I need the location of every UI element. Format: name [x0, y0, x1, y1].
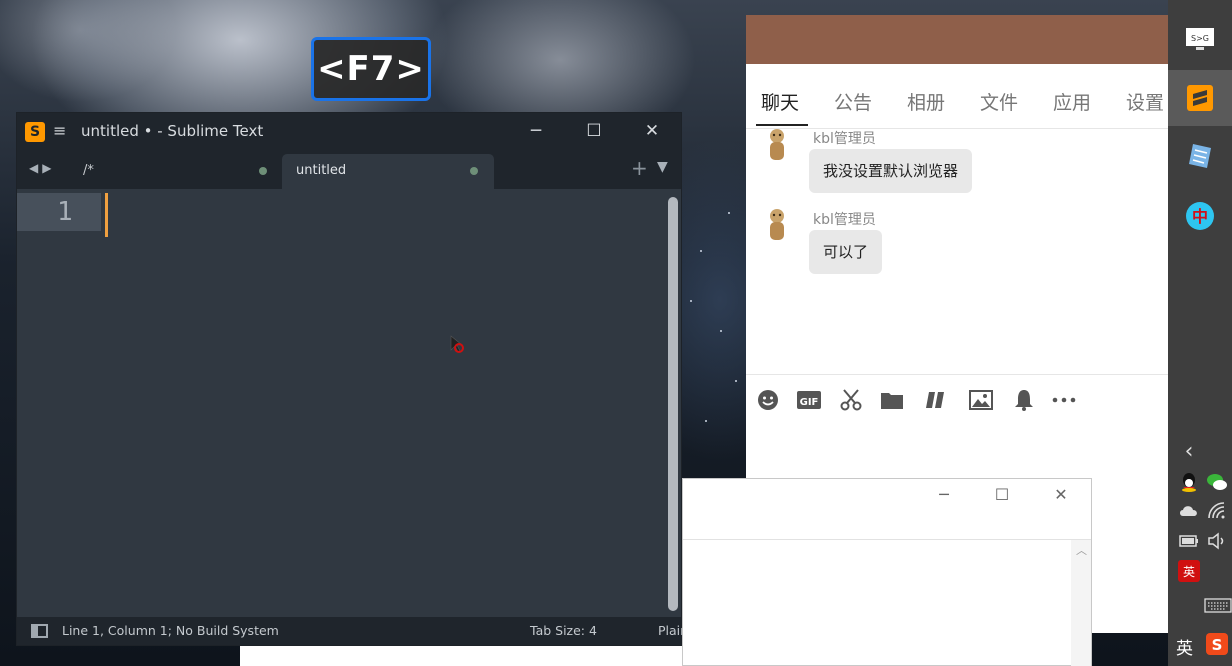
star — [690, 300, 692, 302]
more-icon[interactable] — [1051, 388, 1077, 412]
wechat-icon[interactable] — [1206, 471, 1228, 493]
taskbar-item-notepad[interactable] — [1168, 136, 1232, 176]
keyboard-icon[interactable] — [1204, 594, 1232, 616]
message-sender[interactable]: kbl管理员 — [813, 128, 876, 148]
input-language-indicator[interactable]: 英 — [1176, 634, 1193, 659]
tab-announcements[interactable]: 公告 — [834, 88, 872, 115]
mouse-pointer-icon — [450, 335, 464, 353]
hamburger-menu-icon[interactable]: ≡ — [53, 121, 66, 140]
tab-dropdown-icon[interactable]: ▼ — [657, 159, 668, 175]
sublime-logo-icon: S — [25, 122, 45, 142]
avatar[interactable] — [766, 128, 788, 164]
star — [720, 330, 722, 332]
sg-label: S>G — [1191, 34, 1209, 43]
tab-chat[interactable]: 聊天 — [761, 88, 799, 115]
vertical-scrollbar[interactable] — [668, 197, 678, 611]
avatar[interactable] — [766, 208, 788, 244]
new-tab-plus-icon[interactable]: + — [631, 156, 648, 180]
wifi-icon[interactable] — [1206, 500, 1228, 522]
tab-label: untitled — [296, 163, 347, 178]
image-icon[interactable] — [968, 388, 994, 412]
taskbar-item-sublime[interactable] — [1168, 70, 1232, 126]
keypress-label: <F7> — [317, 49, 425, 89]
tab-untitled[interactable]: untitled — [282, 154, 494, 189]
tab-comment[interactable]: /* — [69, 154, 275, 189]
message-bubble[interactable]: 我没设置默认浏览器 — [809, 149, 973, 193]
sogou-icon[interactable]: S — [1206, 633, 1228, 655]
sublime-window[interactable]: S ≡ untitled • - Sublime Text ─ ☐ ✕ ◀▶ /… — [16, 112, 682, 646]
background-window-edge — [240, 646, 682, 666]
unsaved-dot-icon — [470, 167, 478, 175]
minimize-button[interactable]: ─ — [507, 113, 565, 149]
ime-label: 中 — [1192, 207, 1208, 226]
tab-apps[interactable]: 应用 — [1053, 88, 1091, 115]
tab-bar: ◀▶ /* untitled + ▼ — [17, 151, 681, 189]
music-icon[interactable] — [922, 388, 948, 412]
vertical-scrollbar[interactable]: ︿ — [1071, 540, 1091, 666]
star — [728, 212, 730, 214]
sidebar-toggle-icon[interactable] — [31, 624, 48, 638]
svg-text:GIF: GIF — [800, 397, 819, 408]
antivirus-icon[interactable]: 英 — [1178, 560, 1200, 582]
taskbar: S>G 中 ‹ 英 S — [1168, 0, 1232, 666]
close-button[interactable]: ✕ — [1046, 485, 1076, 509]
qq-icon[interactable] — [1178, 471, 1200, 493]
close-button[interactable]: ✕ — [623, 113, 681, 149]
text-cursor — [105, 193, 108, 237]
unsaved-dot-icon — [259, 167, 267, 175]
emoji-icon[interactable] — [755, 388, 781, 412]
dialog-divider — [683, 539, 1091, 540]
notepad-icon — [1189, 144, 1211, 168]
syntax-mode[interactable]: Plain Text — [658, 623, 682, 638]
scroll-up-icon[interactable]: ︿ — [1076, 542, 1087, 558]
chevron-left-icon[interactable]: ‹ — [1178, 439, 1200, 464]
message-sender[interactable]: kbl管理员 — [813, 209, 876, 229]
sublime-titlebar[interactable]: S ≡ untitled • - Sublime Text ─ ☐ ✕ — [17, 113, 681, 151]
volume-icon[interactable] — [1206, 530, 1228, 552]
line-number: 1 — [57, 197, 73, 227]
monitor-icon: S>G — [1186, 28, 1214, 50]
toolbar-divider — [746, 374, 1168, 375]
gif-icon[interactable]: GIF — [796, 388, 822, 412]
tab-album[interactable]: 相册 — [907, 88, 945, 115]
sublime-logo-icon — [1187, 85, 1213, 111]
taskbar-item-sg[interactable]: S>G — [1168, 20, 1232, 60]
status-bar: Line 1, Column 1; No Build System Tab Si… — [17, 617, 682, 645]
background-window[interactable]: ─ ☐ ✕ ︿ — [682, 478, 1092, 666]
minimize-button[interactable]: ─ — [929, 485, 959, 509]
tab-label: /* — [83, 163, 94, 178]
keypress-overlay: <F7> — [311, 37, 431, 101]
maximize-button[interactable]: ☐ — [565, 113, 623, 149]
chat-header — [746, 15, 1168, 64]
maximize-button[interactable]: ☐ — [987, 485, 1017, 509]
star — [705, 420, 707, 422]
bell-icon[interactable] — [1011, 388, 1037, 412]
active-tab-indicator — [756, 124, 808, 126]
taskbar-item-ime[interactable]: 中 — [1168, 196, 1232, 236]
svg-text:S: S — [1212, 636, 1223, 654]
scissors-icon[interactable] — [838, 388, 864, 412]
star — [735, 380, 737, 382]
window-title: untitled • - Sublime Text — [81, 122, 264, 140]
battery-icon[interactable] — [1178, 530, 1200, 552]
ime-icon: 中 — [1186, 202, 1214, 230]
tab-settings[interactable]: 设置 — [1126, 88, 1164, 115]
message-bubble[interactable]: 可以了 — [809, 230, 883, 274]
tab-nav-arrows-icon[interactable]: ◀▶ — [29, 161, 55, 175]
cloud-icon[interactable] — [1178, 500, 1200, 522]
star — [700, 250, 702, 252]
tab-files[interactable]: 文件 — [980, 88, 1018, 115]
tab-size[interactable]: Tab Size: 4 — [530, 623, 597, 638]
chat-tab-bar: 聊天 公告 相册 文件 应用 设置 — [746, 64, 1168, 129]
cursor-position[interactable]: Line 1, Column 1; No Build System — [62, 623, 279, 638]
folder-icon[interactable] — [879, 388, 905, 412]
